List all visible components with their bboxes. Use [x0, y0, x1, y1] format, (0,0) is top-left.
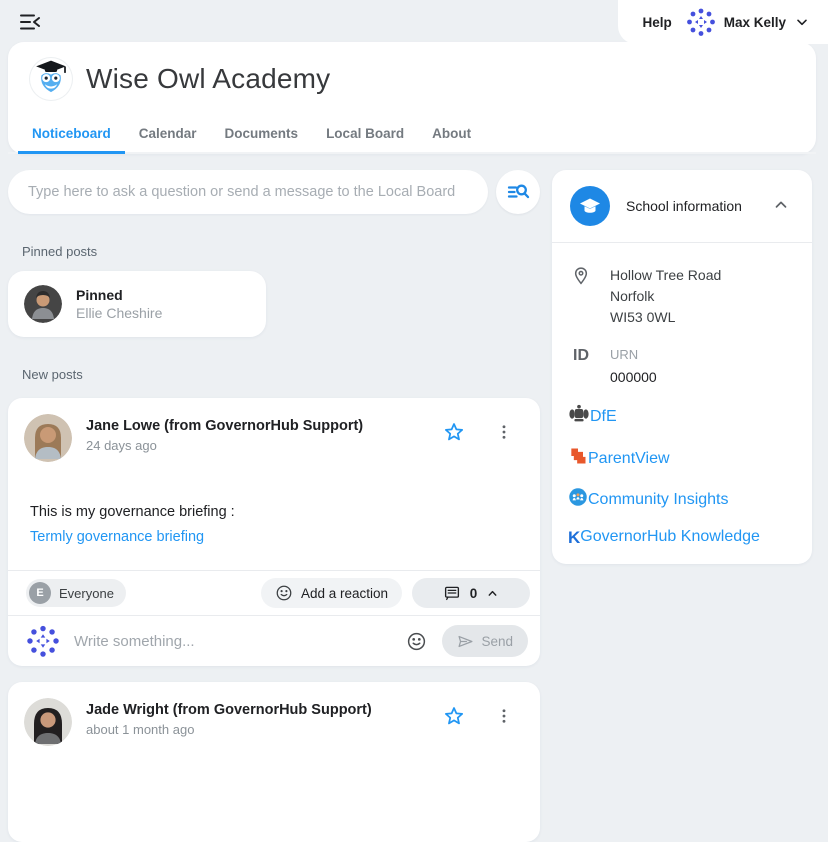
tab-noticeboard[interactable]: Noticeboard — [18, 114, 125, 154]
chevron-up-icon — [772, 196, 790, 214]
emoji-picker-button[interactable] — [404, 629, 428, 653]
pinned-author-avatar — [24, 285, 62, 323]
help-link[interactable]: Help — [642, 15, 671, 30]
post-author-avatar — [24, 698, 72, 746]
collapse-card-button[interactable] — [768, 192, 794, 221]
tab-about[interactable]: About — [418, 114, 485, 154]
school-address-row: Hollow Tree Road Norfolk WI53 0WL — [568, 265, 796, 328]
post-author-avatar — [24, 414, 72, 462]
community-insights-icon — [568, 487, 588, 512]
star-icon — [443, 705, 465, 727]
school-urn-row: ID URN 000000 — [568, 346, 796, 387]
pinned-author-name: Ellie Cheshire — [76, 305, 162, 321]
graduation-cap-icon — [578, 194, 602, 218]
user-panel: Help Max Kelly — [618, 0, 828, 44]
star-post-button[interactable] — [442, 704, 466, 728]
tab-local-board[interactable]: Local Board — [312, 114, 418, 154]
chevron-down-icon — [794, 14, 810, 30]
school-logo-owl — [30, 58, 72, 100]
comment-input[interactable] — [74, 633, 390, 650]
collapse-menu-icon[interactable] — [18, 9, 44, 35]
comment-count: 0 — [470, 586, 478, 601]
id-icon: ID — [568, 346, 594, 387]
smiley-icon — [406, 631, 427, 652]
current-user-avatar — [26, 624, 60, 658]
audience-initial-badge: E — [29, 582, 51, 604]
audience-label: Everyone — [59, 586, 114, 601]
comments-toggle-button[interactable]: 0 — [412, 578, 530, 608]
question-composer — [8, 170, 540, 214]
send-icon — [457, 633, 474, 650]
pinned-post-card[interactable]: Pinned Ellie Cheshire — [8, 271, 266, 337]
add-reaction-button[interactable]: Add a reaction — [261, 578, 402, 608]
pinned-badge: Pinned — [76, 287, 162, 303]
new-posts-label: New posts — [22, 367, 540, 382]
send-comment-button[interactable]: Send — [442, 625, 528, 657]
page-title: Wise Owl Academy — [86, 63, 330, 95]
user-menu[interactable]: Max Kelly — [686, 7, 810, 37]
post-menu-button[interactable] — [492, 420, 516, 444]
link-governorhub-knowledge[interactable]: K GovernorHub Knowledge — [568, 528, 796, 546]
school-info-icon — [570, 186, 610, 226]
knowledge-k-icon: K — [568, 529, 580, 546]
kebab-menu-icon — [495, 423, 513, 441]
post-timestamp: 24 days ago — [86, 438, 442, 453]
post-menu-button[interactable] — [492, 704, 516, 728]
tab-documents[interactable]: Documents — [211, 114, 313, 154]
smiley-icon — [275, 584, 293, 602]
user-avatar — [686, 7, 716, 37]
school-information-card: School information — [552, 170, 812, 564]
link-community-insights[interactable]: Community Insights — [568, 487, 796, 512]
search-list-icon — [506, 180, 530, 204]
comment-icon — [443, 584, 461, 602]
urn-label: URN — [610, 346, 657, 365]
post-card-jane-lowe: Jane Lowe (from GovernorHub Support) 24 … — [8, 398, 540, 666]
question-input[interactable] — [8, 170, 488, 214]
star-icon — [443, 421, 465, 443]
top-bar: Help Max Kelly — [0, 0, 828, 44]
post-attachment-link[interactable]: Termly governance briefing — [30, 527, 204, 548]
pinned-posts-label: Pinned posts — [22, 244, 540, 259]
search-button[interactable] — [496, 170, 540, 214]
user-name: Max Kelly — [724, 15, 786, 30]
location-pin-icon — [568, 265, 594, 328]
link-parentview[interactable]: ParentView — [568, 446, 796, 471]
post-card-jade-wright: Jade Wright (from GovernorHub Support) a… — [8, 682, 540, 842]
dfe-crest-icon — [568, 403, 590, 430]
audience-chip[interactable]: E Everyone — [26, 579, 126, 607]
star-post-button[interactable] — [442, 420, 466, 444]
school-info-title: School information — [626, 197, 768, 215]
tab-bar: Noticeboard Calendar Documents Local Boa… — [8, 114, 816, 154]
tab-calendar[interactable]: Calendar — [125, 114, 211, 154]
kebab-menu-icon — [495, 707, 513, 725]
link-dfe[interactable]: DfE — [568, 403, 796, 430]
school-header-card: Wise Owl Academy Noticeboard Calendar Do… — [8, 42, 816, 154]
urn-value: 000000 — [610, 367, 657, 387]
post-author-name: Jane Lowe (from GovernorHub Support) — [86, 418, 442, 434]
parentview-icon — [568, 446, 588, 471]
chevron-up-icon — [486, 587, 499, 600]
post-author-name: Jade Wright (from GovernorHub Support) — [86, 702, 442, 718]
post-body-text: This is my governance briefing : — [30, 502, 516, 523]
